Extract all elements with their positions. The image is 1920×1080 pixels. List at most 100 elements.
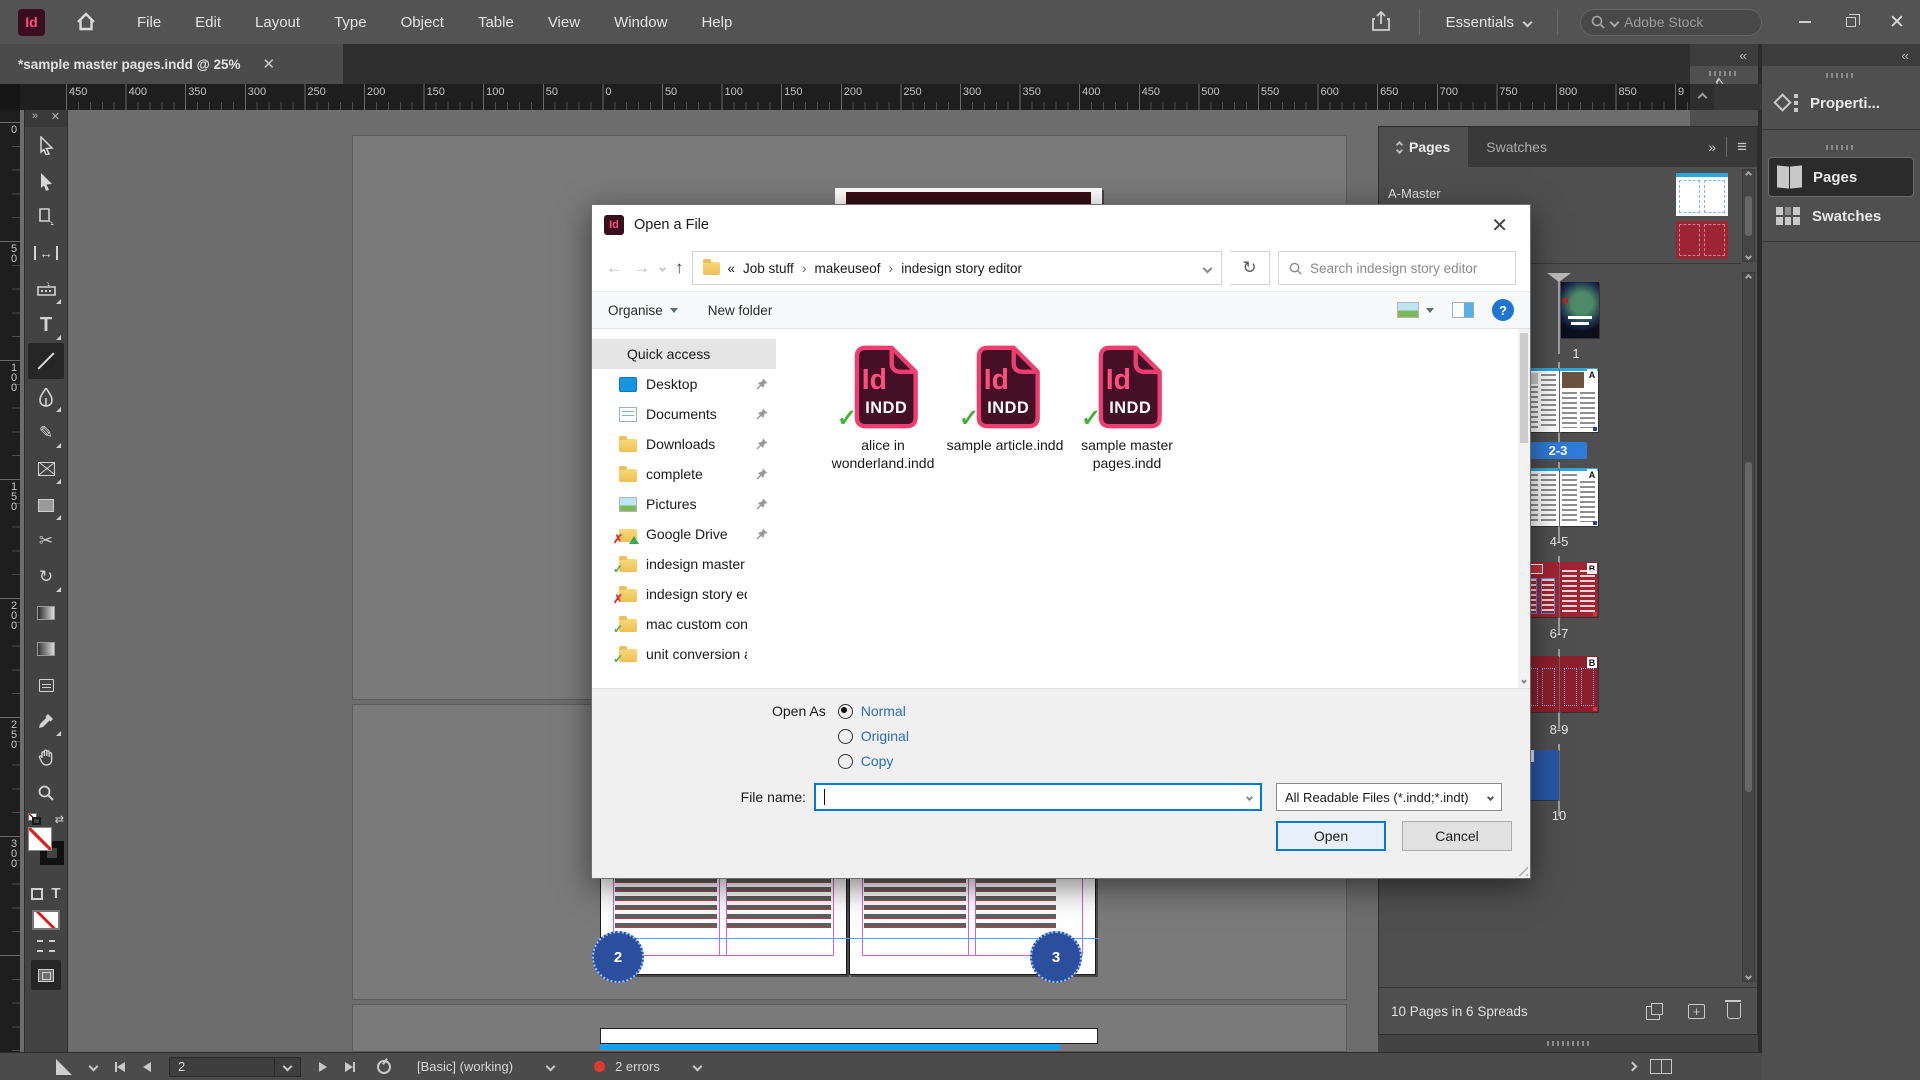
close-window-button[interactable]: ✕	[1874, 0, 1920, 44]
page-number-field[interactable]: 2	[169, 1057, 301, 1077]
edit-page-size-icon[interactable]	[1646, 1003, 1666, 1019]
dialog-title-bar[interactable]: Id Open a File ✕	[592, 205, 1530, 245]
forward-button[interactable]: →	[633, 258, 650, 278]
panel-menu-icon[interactable]: ≡	[1726, 137, 1747, 157]
menu-item[interactable]: File	[135, 10, 163, 35]
vertical-ruler[interactable]: 050100150200250300	[0, 110, 20, 1052]
gradient-feather-tool[interactable]	[28, 631, 64, 667]
minimize-button[interactable]	[1782, 0, 1828, 44]
sidebar-item[interactable]: complete	[592, 459, 776, 489]
gradient-swatch-tool[interactable]	[28, 595, 64, 631]
frame-tool[interactable]	[28, 451, 64, 487]
recent-locations-chevron[interactable]	[659, 264, 666, 271]
scissors-tool[interactable]: ✂	[28, 523, 64, 559]
view-menu-chevron[interactable]	[90, 1063, 97, 1070]
close-panel-icon[interactable]: ✕	[51, 110, 60, 123]
preview-pane-icon[interactable]	[1452, 302, 1474, 318]
menu-item[interactable]: Window	[612, 10, 669, 35]
page-thumbnail-6-7-right[interactable]: B	[1560, 562, 1598, 617]
sidebar-item[interactable]: Pictures	[592, 489, 776, 519]
first-page-button[interactable]	[115, 1062, 125, 1072]
note-tool[interactable]	[28, 667, 64, 703]
last-page-button[interactable]	[345, 1062, 355, 1072]
up-button[interactable]: ↑	[675, 258, 684, 278]
indesign-logo[interactable]: Id	[18, 9, 45, 36]
swap-fill-stroke-icon[interactable]: ⇄	[55, 813, 64, 826]
master-page-name[interactable]: A-Master	[1388, 186, 1441, 201]
page-thumbnail-8-9-right[interactable]: B	[1560, 656, 1598, 712]
spread-label-6-7[interactable]: 6-7	[1529, 626, 1589, 641]
view-mode-button[interactable]	[1397, 302, 1434, 318]
screen-mode-button[interactable]	[31, 960, 61, 990]
spread-label-10[interactable]: 10	[1529, 808, 1589, 823]
swatches-panel-button[interactable]: Swatches	[1768, 199, 1914, 233]
formatting-affects-text-icon[interactable]: T	[51, 885, 60, 902]
breadcrumb[interactable]: Job stuff	[743, 261, 794, 276]
radio-button[interactable]	[838, 729, 853, 744]
fill-swatch[interactable]	[28, 827, 52, 851]
dock-grip[interactable]	[1826, 73, 1856, 78]
master-spread-thumbnail[interactable]	[1676, 173, 1728, 216]
restore-button[interactable]	[1828, 0, 1874, 44]
sidebar-item[interactable]: unit conversion a	[592, 639, 776, 669]
sidebar-item[interactable]: mac custom con	[592, 609, 776, 639]
sidebar-scrollbar[interactable]	[1518, 329, 1530, 689]
new-folder-button[interactable]: New folder	[708, 303, 773, 318]
formatting-affects-container-icon[interactable]	[31, 888, 43, 900]
file-type-select[interactable]: All Readable Files (*.indd;*.indt)	[1276, 783, 1502, 811]
rectangle-tool[interactable]	[28, 487, 64, 523]
pencil-tool[interactable]: ✎	[28, 415, 64, 451]
delete-page-icon[interactable]	[1727, 1003, 1741, 1019]
file-item[interactable]: Id INDD ✓ sample article.indd	[946, 343, 1064, 454]
horizontal-scrollbar[interactable]	[600, 1044, 1060, 1050]
spread-label-8-9[interactable]: 8-9	[1529, 722, 1589, 737]
back-button[interactable]: ←	[606, 258, 623, 278]
scroll-up-button[interactable]	[1690, 84, 1714, 110]
preflight-menu-chevron[interactable]	[547, 1063, 554, 1070]
menu-item[interactable]: Edit	[193, 10, 223, 35]
menu-item[interactable]: Table	[476, 10, 516, 35]
sidebar-item[interactable]: Desktop	[592, 369, 776, 399]
close-tab-icon[interactable]: ✕	[263, 55, 276, 73]
dock-grip[interactable]	[1826, 145, 1856, 150]
page-thumbnail-4-5-right[interactable]: A	[1560, 468, 1598, 526]
document-tab[interactable]: *sample master pages.indd @ 25% ✕	[0, 44, 343, 84]
open-as-option[interactable]: Original	[838, 728, 909, 744]
gap-tool[interactable]: ↔	[28, 235, 64, 271]
type-tool[interactable]: T	[28, 307, 64, 343]
menu-item[interactable]: Layout	[253, 10, 302, 35]
menu-item[interactable]: Object	[399, 10, 446, 35]
fill-stroke-controls[interactable]: ⇄	[26, 815, 66, 879]
menu-item[interactable]: Help	[699, 10, 734, 35]
tab-pages[interactable]: Pages	[1379, 127, 1468, 167]
spread-view-icon[interactable]	[1650, 1059, 1672, 1074]
masters-scrollbar[interactable]	[1742, 169, 1755, 262]
breadcrumb[interactable]: makeuseof	[814, 261, 880, 276]
file-item[interactable]: Id INDD ✓ sample master pages.indd	[1068, 343, 1186, 472]
spread-label-1[interactable]: 1	[1546, 346, 1606, 361]
spread-label-4-5[interactable]: 4-5	[1529, 534, 1589, 549]
radio-button[interactable]	[838, 704, 853, 719]
pages-panel-button[interactable]: Pages	[1768, 157, 1914, 197]
next-page-button[interactable]	[319, 1062, 327, 1072]
open-button[interactable]: Open	[1276, 821, 1386, 851]
file-name-input[interactable]	[814, 783, 1262, 811]
organise-menu[interactable]: Organise	[608, 303, 678, 318]
sidebar-item[interactable]: indesign master	[592, 549, 776, 579]
page-number-marker[interactable]: 3	[1030, 931, 1082, 983]
tab-swatches[interactable]: Swatches	[1468, 127, 1565, 167]
previous-page-button[interactable]	[143, 1062, 151, 1072]
expand-icon[interactable]	[1628, 1062, 1638, 1072]
pages-scrollbar[interactable]	[1742, 272, 1755, 982]
page-thumbnail-2-3-right[interactable]: A	[1560, 368, 1598, 432]
default-fill-stroke-icon[interactable]	[28, 813, 42, 825]
address-bar[interactable]: « Job stuff› makeuseof› indesign story e…	[692, 251, 1223, 285]
dialog-resize-grip[interactable]	[1516, 864, 1528, 876]
eyedropper-tool[interactable]	[28, 703, 64, 739]
breadcrumb[interactable]: indesign story editor	[901, 261, 1022, 276]
collapse-dock-icon[interactable]: ‹‹	[1739, 48, 1746, 63]
hand-tool[interactable]	[28, 739, 64, 775]
dialog-search-box[interactable]: Search indesign story editor	[1278, 251, 1516, 285]
sidebar-item[interactable]: Quick access	[592, 339, 776, 369]
sidebar-item[interactable]: Downloads	[592, 429, 776, 459]
